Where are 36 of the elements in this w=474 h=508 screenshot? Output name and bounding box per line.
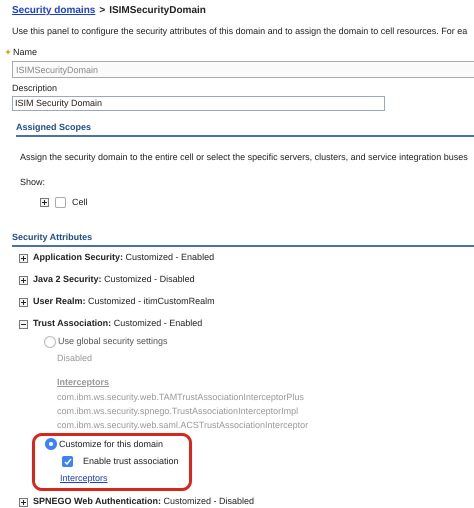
attribute-row-text: Java 2 Security: Customized - Disabled xyxy=(33,273,195,286)
interceptors-heading: Interceptors xyxy=(56,376,110,389)
field-label: Name xyxy=(13,46,38,58)
expand-icon[interactable] xyxy=(19,276,28,284)
tree-item-label: Cell xyxy=(72,196,88,209)
radio-label: Customize for this domain xyxy=(59,438,164,450)
breadcrumb-link[interactable]: Security domains xyxy=(12,3,96,18)
scope-description: Assign the security domain to the entire cell or select the specific servers, clusters, and service integration buses xyxy=(19,151,469,164)
input-field[interactable]: ISIM Security Domain xyxy=(12,96,385,110)
expand-icon[interactable] xyxy=(19,254,28,262)
attribute-row: SPNEGO Web Authentication: Customized - Disabled xyxy=(33,495,254,508)
checkbox[interactable] xyxy=(62,456,73,468)
interceptor-class: com.ibm.ws.security.web.saml.ACSTrustAssociationInterceptor xyxy=(56,418,310,432)
section-title: Security Attributes xyxy=(12,230,474,247)
collapse-icon[interactable] xyxy=(19,320,28,328)
checkbox-label: Enable trust association xyxy=(83,455,179,468)
expand-icon[interactable] xyxy=(19,298,28,306)
interceptor-class: com.ibm.ws.security.spnego.TrustAssociationInterceptorImpl xyxy=(56,404,300,418)
radio-label: Use global security settings xyxy=(58,335,168,348)
expand-icon[interactable] xyxy=(19,498,28,506)
checkbox[interactable] xyxy=(55,197,66,208)
show-label: Show: xyxy=(19,176,46,188)
breadcrumb-separator: > xyxy=(99,4,106,18)
status-text: Disabled xyxy=(56,352,94,364)
section-title: Assigned Scopes xyxy=(16,120,474,137)
attribute-row-text: Trust Association: Customized - Enabled xyxy=(33,317,202,330)
interceptor-class: com.ibm.ws.security.web.TAMTrustAssociationInterceptorPlus xyxy=(56,390,305,404)
interceptors-link[interactable]: Interceptors xyxy=(60,472,108,485)
intro-text: Use this panel to configure the security attributes of this domain and to assign the domain to cell resources. For ea xyxy=(12,25,468,38)
attribute-row-text: User Realm: Customized - itimCustomRealm xyxy=(33,295,215,308)
radio-button[interactable] xyxy=(44,336,56,348)
breadcrumb-current: ISIMSecurityDomain xyxy=(109,4,206,18)
radio-button[interactable] xyxy=(45,438,57,450)
attribute-row-text: Application Security: Customized - Enabled xyxy=(33,251,214,264)
expand-icon[interactable] xyxy=(40,198,49,208)
field-label: Description xyxy=(12,82,58,95)
